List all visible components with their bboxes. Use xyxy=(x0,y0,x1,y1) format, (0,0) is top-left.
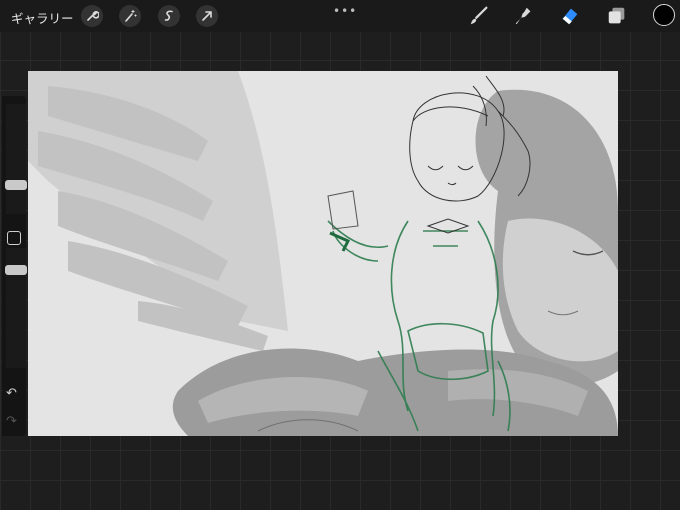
sketch-artwork xyxy=(28,71,618,436)
wrench-icon[interactable] xyxy=(81,5,103,27)
brush-icon[interactable] xyxy=(467,4,491,28)
more-options-icon[interactable]: ••• xyxy=(333,4,357,18)
magic-wand-icon[interactable] xyxy=(119,5,141,27)
opacity-handle[interactable] xyxy=(5,265,27,275)
selection-icon[interactable] xyxy=(158,5,180,27)
modify-button[interactable] xyxy=(7,231,21,245)
redo-icon[interactable]: ↷ xyxy=(6,414,17,429)
undo-icon[interactable]: ↶ xyxy=(6,386,17,401)
brush-size-slider[interactable] xyxy=(6,104,26,214)
brush-size-handle[interactable] xyxy=(5,180,27,190)
transform-arrow-icon[interactable] xyxy=(196,5,218,27)
gallery-button[interactable]: ギャラリー xyxy=(11,8,74,27)
color-picker-swatch[interactable] xyxy=(653,4,675,26)
top-toolbar: ギャラリー ••• xyxy=(0,0,680,32)
smudge-icon[interactable] xyxy=(512,4,536,28)
eraser-icon[interactable] xyxy=(558,4,582,28)
left-sidebar xyxy=(2,96,27,436)
drawing-canvas[interactable] xyxy=(28,71,618,436)
layers-icon[interactable] xyxy=(605,4,629,28)
